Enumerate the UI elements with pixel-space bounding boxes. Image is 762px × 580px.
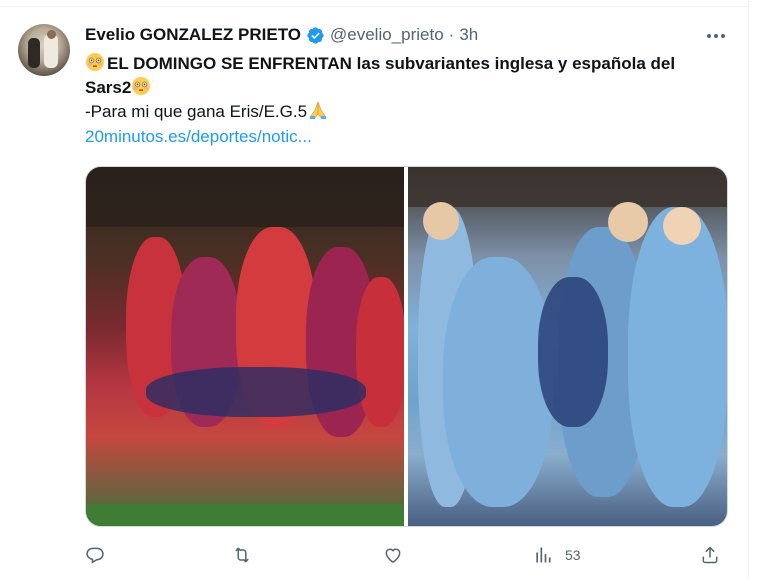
avatar-figure: [47, 30, 56, 39]
display-name[interactable]: Evelio GONZALEZ PRIETO: [85, 25, 301, 45]
photo-spain-celebration[interactable]: [86, 167, 404, 526]
verified-badge-icon: [307, 26, 324, 44]
like-icon: [385, 548, 401, 563]
player-shape: [356, 277, 404, 427]
share-icon: [702, 546, 718, 564]
crowd-shape: [407, 167, 727, 207]
retweet-button[interactable]: [232, 544, 252, 566]
avatar-figure: [28, 38, 40, 68]
views-icon: [536, 547, 551, 563]
more-options-icon[interactable]: [700, 26, 732, 46]
share-button[interactable]: [700, 544, 720, 566]
separator: ·: [448, 25, 455, 44]
tweet-text-line: -Para mi que gana Eris/E.G.5: [85, 100, 735, 124]
player-head-shape: [422, 202, 459, 240]
avatar-figure: [44, 34, 58, 68]
tweet-actions-bar: 53: [85, 540, 725, 570]
reply-icon: [86, 547, 104, 564]
tweet-text-line: Sars2: [85, 76, 735, 100]
pitch-grass: [86, 504, 404, 526]
player-head-shape: [662, 207, 701, 245]
top-divider: [0, 6, 748, 7]
link-text[interactable]: 20minutos.es/deportes/notic...: [85, 127, 312, 146]
right-divider: [748, 0, 749, 580]
like-button[interactable]: [383, 544, 403, 566]
tweet-text: -Para mi que gana Eris/E.G.5: [85, 102, 308, 121]
player-shape: [627, 207, 727, 507]
handle[interactable]: @evelio_prieto: [330, 25, 444, 45]
tweet-text: Sars2: [85, 78, 132, 97]
reply-button[interactable]: [85, 544, 105, 566]
shorts-shape: [146, 367, 366, 417]
retweet-icon: [235, 547, 249, 563]
tweet-text: EL DOMINGO SE ENFRENTAN las subvariantes…: [107, 54, 676, 73]
player-head-shape: [607, 202, 648, 242]
player-shape: [442, 257, 553, 507]
views-count: 53: [565, 547, 581, 563]
jacket-shape: [537, 277, 608, 427]
tweet-text-line: EL DOMINGO SE ENFRENTAN las subvariantes…: [85, 52, 735, 76]
folded-hands-emoji: [310, 101, 327, 120]
tweet-card[interactable]: Evelio GONZALEZ PRIETO @evelio_prieto · …: [0, 0, 762, 580]
media-grid[interactable]: [85, 166, 728, 527]
article-link[interactable]: 20minutos.es/deportes/notic...: [85, 125, 735, 149]
views-button[interactable]: 53: [533, 544, 581, 566]
photo-england-celebration[interactable]: [407, 167, 727, 526]
timestamp[interactable]: 3h: [459, 25, 478, 45]
flushed-face-emoji: [132, 77, 151, 95]
tweet-header: Evelio GONZALEZ PRIETO @evelio_prieto · …: [85, 24, 478, 46]
crowd-shape: [86, 167, 404, 227]
avatar[interactable]: [18, 24, 70, 76]
flushed-face-emoji: [86, 53, 104, 71]
